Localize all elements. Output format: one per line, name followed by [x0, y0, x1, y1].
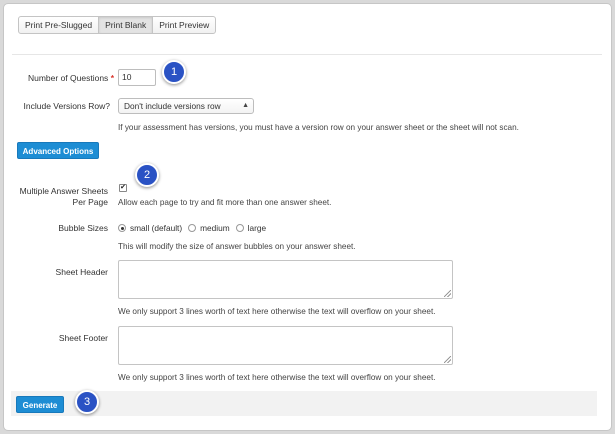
sheet-header-help: We only support 3 lines worth of text he…	[118, 307, 436, 316]
multiple-answer-sheets-help: Allow each page to try and fit more than…	[118, 198, 332, 207]
select-arrows-icon: ▲︎	[242, 102, 249, 109]
sheet-footer-label: Sheet Footer	[58, 333, 108, 343]
required-asterisk-icon: *	[110, 73, 114, 83]
section-divider	[12, 54, 602, 55]
radio-small[interactable]	[118, 224, 126, 232]
multiple-answer-sheets-label: Multiple Answer Sheets Per Page	[8, 186, 108, 208]
tab-print-pre-slugged[interactable]: Print Pre-Slugged	[18, 16, 100, 34]
include-versions-select[interactable]: Don't include versions row ▲︎	[118, 98, 254, 114]
bubble-sizes-radio-group: small (default) medium large	[118, 223, 272, 233]
number-of-questions-label: Number of Questions *	[26, 73, 114, 84]
bubble-sizes-help: This will modify the size of answer bubb…	[118, 242, 356, 251]
bubble-size-small-option[interactable]: small (default)	[118, 223, 182, 233]
tab-print-preview[interactable]: Print Preview	[152, 16, 217, 34]
callout-badge-1: 1	[162, 60, 186, 84]
radio-medium-label: medium	[200, 223, 230, 233]
radio-large-label: large	[247, 223, 267, 233]
callout-badge-2: 2	[135, 163, 159, 187]
sheet-footer-textarea[interactable]	[118, 326, 453, 365]
number-of-questions-input[interactable]: 10	[118, 69, 156, 86]
multiple-answer-sheets-checkbox[interactable]: ✔	[119, 184, 127, 192]
bubble-sizes-label: Bubble Sizes	[58, 223, 108, 233]
multiple-answer-sheets-label-line1: Multiple Answer Sheets	[19, 186, 108, 196]
radio-medium[interactable]	[188, 224, 197, 232]
sheet-header-textarea[interactable]	[118, 260, 453, 299]
bubble-size-large-option[interactable]: large	[235, 223, 267, 233]
callout-badge-3: 3	[75, 390, 99, 414]
radio-small-label: small (default)	[130, 223, 183, 233]
bubble-size-medium-option[interactable]: medium	[188, 223, 230, 233]
number-of-questions-label-text: Number of Questions	[27, 73, 109, 83]
radio-large[interactable]	[235, 224, 244, 232]
resize-handle-icon[interactable]	[444, 356, 451, 363]
versions-help-text: If your assessment has versions, you mus…	[118, 123, 519, 132]
advanced-options-button[interactable]: Advanced Options	[17, 142, 99, 159]
include-versions-label: Include Versions Row?	[23, 101, 110, 111]
sheet-header-label: Sheet Header	[55, 267, 108, 277]
generate-button[interactable]: Generate	[16, 396, 64, 413]
multiple-answer-sheets-label-line2: Per Page	[72, 197, 108, 207]
resize-handle-icon[interactable]	[444, 290, 451, 297]
sheet-footer-help: We only support 3 lines worth of text he…	[118, 373, 436, 382]
print-settings-panel: Print Pre-Slugged Print Blank Print Prev…	[3, 3, 612, 431]
tab-print-blank[interactable]: Print Blank	[98, 16, 154, 34]
include-versions-selected: Don't include versions row	[124, 101, 221, 111]
print-mode-tabs: Print Pre-Slugged Print Blank Print Prev…	[18, 16, 217, 34]
